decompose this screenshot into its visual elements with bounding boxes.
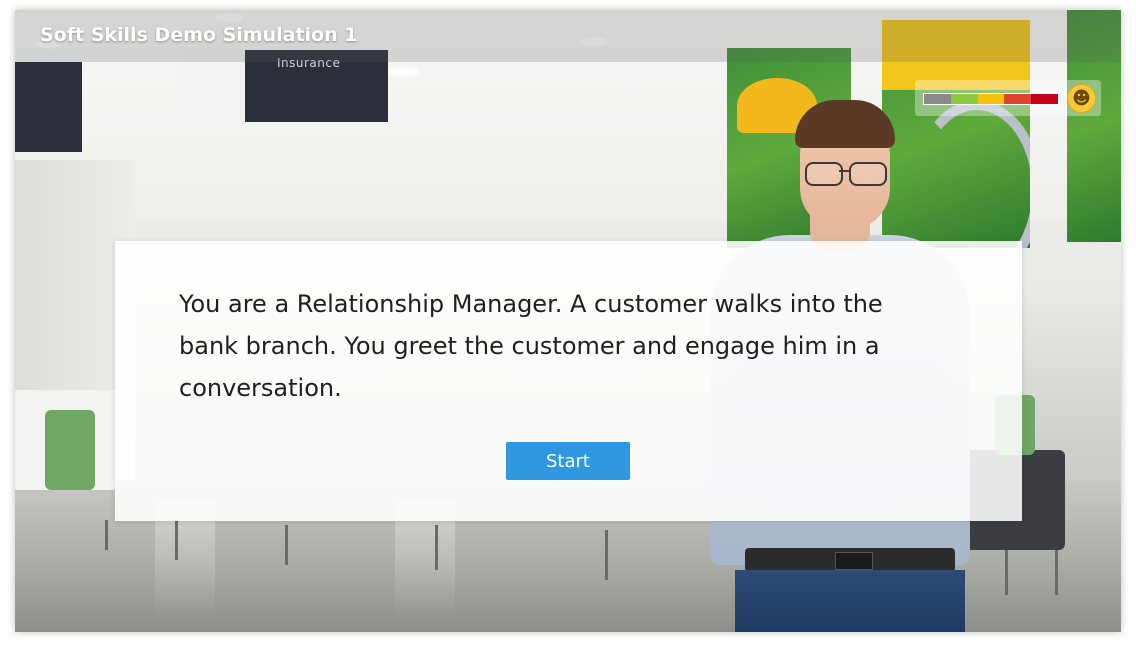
- chair-leg: [285, 525, 288, 565]
- character-glasses-right: [849, 162, 887, 186]
- character-glasses-left: [805, 162, 843, 186]
- chair-leg: [105, 520, 108, 550]
- meter-segment-yellow: [977, 94, 1005, 104]
- chair-leg: [1055, 550, 1058, 595]
- smiley-face-icon: ☻: [1067, 84, 1096, 113]
- intro-message: You are a Relationship Manager. A custom…: [179, 290, 883, 402]
- chair-leg: [175, 520, 178, 560]
- simulation-title: Soft Skills Demo Simulation 1: [40, 24, 358, 46]
- mood-meter: ☻: [915, 80, 1101, 116]
- character-belt-buckle: [835, 552, 873, 570]
- intro-dialog: You are a Relationship Manager. A custom…: [115, 241, 1022, 521]
- chair-leg: [1005, 550, 1008, 595]
- chair-leg: [605, 530, 608, 580]
- mood-meter-bar: [923, 93, 1059, 105]
- start-button[interactable]: Start: [506, 442, 630, 480]
- character-hair: [795, 100, 895, 148]
- chair-green: [45, 410, 95, 490]
- character-glasses-bridge: [839, 170, 849, 172]
- title-bar: Soft Skills Demo Simulation 1: [15, 10, 1121, 62]
- sign-board-left: [15, 62, 82, 152]
- sign-pictogram: [182, 50, 245, 130]
- simulation-stage: Insurance Soft Skills Demo Simulation 1: [15, 10, 1121, 632]
- meter-segment-gray: [924, 94, 951, 104]
- character-jeans: [735, 570, 965, 632]
- meter-segment-green: [950, 94, 978, 104]
- meter-segment-orange: [1004, 94, 1032, 104]
- ceiling-light: [390, 68, 418, 76]
- chair-leg: [435, 525, 438, 570]
- meter-segment-red: [1031, 94, 1058, 104]
